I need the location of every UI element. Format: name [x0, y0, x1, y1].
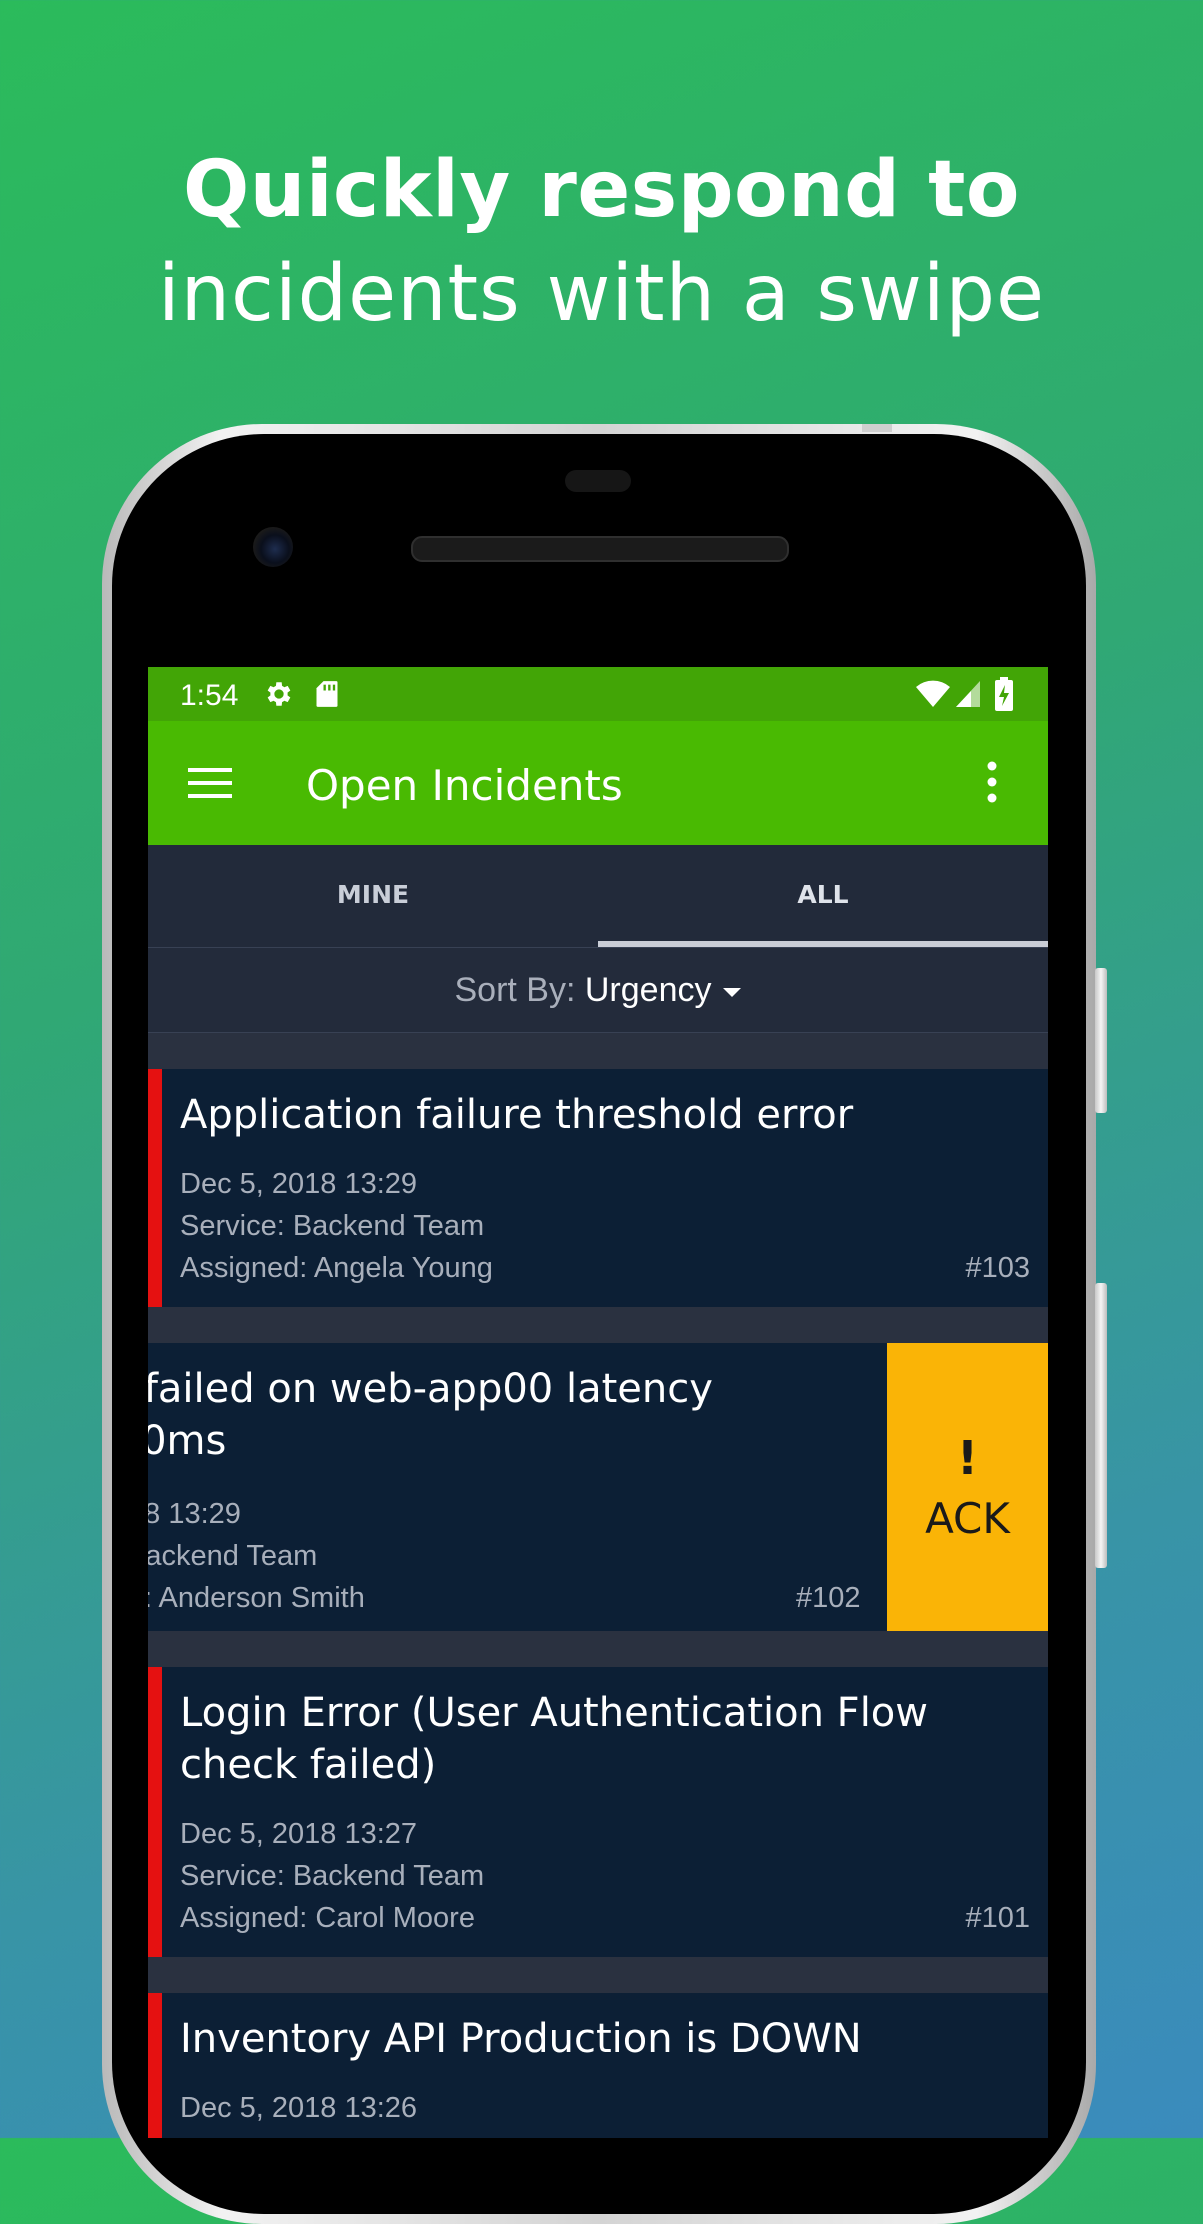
incident-date: Dec 5, 2018 13:26: [180, 2092, 418, 2124]
incident-title-line-1: check failed on web-app00 latency: [148, 1366, 713, 1412]
page-title: Open Incidents: [306, 761, 623, 810]
tab-selected-indicator: [598, 941, 1048, 947]
incident-number: #102: [796, 1582, 861, 1614]
sd-card-icon: [316, 681, 338, 707]
incident-title: Login Error (User Authentication Flow ch…: [180, 1690, 928, 1788]
phone-earpiece: [565, 470, 631, 492]
incident-assignee: Assigned: Carol Moore: [180, 1902, 475, 1934]
ack-label: ACK: [925, 1494, 1010, 1543]
status-time: 1:54: [180, 679, 239, 712]
tab-mine[interactable]: MINE: [148, 845, 598, 947]
headline-line-2: incidents with a swipe: [157, 249, 1046, 339]
incident-service: Service: Backend Team: [180, 1860, 485, 1892]
urgency-stripe: [148, 1667, 162, 1957]
incident-title: Inventory API Production is DOWN: [180, 2016, 862, 2062]
dropdown-caret-icon: [723, 987, 742, 997]
incident-card[interactable]: Inventory API Production is DOWN Dec 5, …: [148, 1993, 1048, 2138]
incident-date: 18 13:29: [148, 1493, 241, 1535]
app-bar: Open Incidents: [148, 721, 1048, 845]
gear-icon: [267, 682, 291, 706]
incident-service: Service: Backend Team: [180, 1210, 485, 1242]
status-bar: 1:54: [148, 667, 1048, 721]
incident-title: check failed on web-app00 latency ed: 21…: [148, 1363, 834, 1467]
sort-value: Urgency: [584, 971, 712, 1009]
urgency-stripe: [148, 1069, 162, 1307]
urgency-stripe: [148, 1993, 162, 2138]
sort-dropdown[interactable]: Sort By: Urgency: [148, 948, 1048, 1033]
phone-top-notch: [862, 424, 892, 432]
wifi-icon: [916, 680, 950, 707]
more-vert-icon[interactable]: [984, 759, 1000, 805]
incident-card[interactable]: Application failure threshold error Dec …: [148, 1069, 1048, 1307]
hamburger-menu-icon[interactable]: [188, 766, 232, 800]
incident-service: Backend Team: [148, 1535, 317, 1577]
incident-date: Dec 5, 2018 13:27: [180, 1818, 418, 1850]
incident-card-swiped[interactable]: check failed on web-app00 latency ed: 21…: [148, 1343, 1048, 1631]
phone-power-button: [1095, 968, 1107, 1113]
phone-speaker: [411, 536, 789, 562]
headline-line-1: Quickly respond to: [182, 145, 1021, 235]
tab-all[interactable]: ALL: [598, 845, 1048, 947]
battery-charging-icon: [995, 677, 1013, 711]
phone-screen: 1:54 Open Incidents MINE ALL Sort By: Ur…: [148, 667, 1048, 2138]
incident-service-text: Backend Team: [148, 1540, 318, 1572]
ack-button[interactable]: ! ACK: [887, 1343, 1048, 1631]
incident-number: #103: [965, 1252, 1030, 1284]
signal-icon: [956, 681, 980, 707]
incident-assignee-text: : Anderson Smith: [148, 1582, 365, 1614]
incident-number: #101: [965, 1902, 1030, 1934]
incident-date: Dec 5, 2018 13:29: [180, 1168, 418, 1200]
incident-assignee: : Anderson Smith: [148, 1577, 365, 1619]
tab-bar: MINE ALL: [148, 845, 1048, 948]
incident-assignee: Assigned: Angela Young: [180, 1252, 493, 1284]
marketing-headline: Quickly respond to incidents with a swip…: [0, 138, 1203, 346]
incident-title: Application failure threshold error: [180, 1092, 854, 1138]
sort-label: Sort By:: [454, 971, 585, 1009]
exclamation-icon: !: [957, 1431, 978, 1485]
incident-date-text: 18 13:29: [148, 1498, 241, 1530]
front-camera: [253, 527, 293, 567]
incident-title-line-2: ed: 210ms: [148, 1418, 227, 1464]
phone-volume-button: [1095, 1283, 1107, 1568]
incident-card[interactable]: Login Error (User Authentication Flow ch…: [148, 1667, 1048, 1957]
